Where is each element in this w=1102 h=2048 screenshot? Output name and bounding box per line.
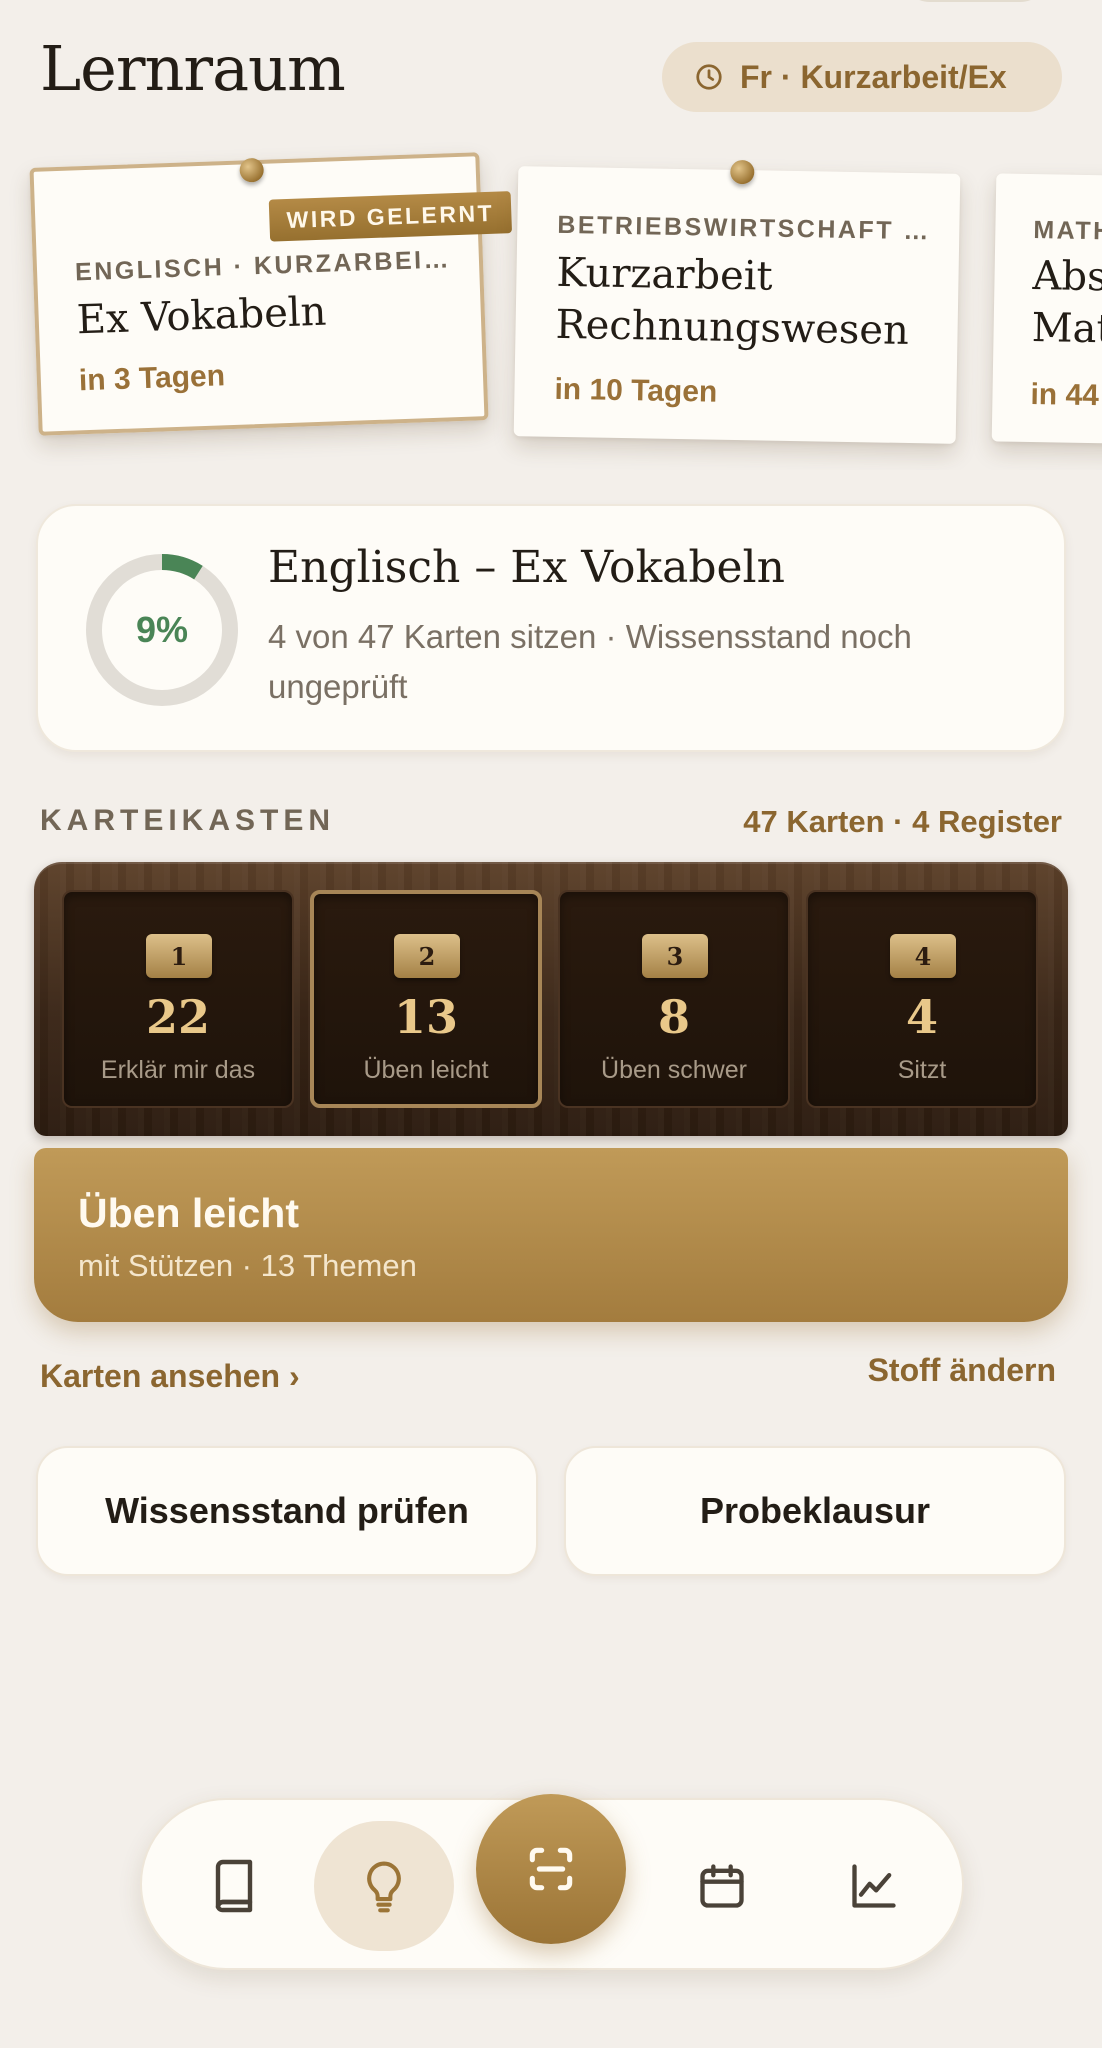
slot-label: Üben schwer [601, 1056, 747, 1084]
learning-badge: WIRD GELERNT [268, 191, 513, 242]
note-due: in 10 Tagen [554, 372, 718, 409]
box-slot-1[interactable]: 1 22 Erklär mir das [62, 890, 294, 1108]
note-title-line-2: Mat [1031, 305, 1102, 353]
exam-notes-carousel[interactable]: WIRD GELERNT ENGLISCH · KURZARBEI… Ex Vo… [0, 140, 1102, 470]
slot-count: 8 [657, 990, 690, 1044]
exam-note-bwl[interactable]: BETRIEBSWIRTSCHAFT … Kurzarbeit Rechnung… [513, 159, 961, 444]
slot-label: Sitzt [897, 1056, 947, 1084]
pin-icon [730, 159, 755, 185]
clock-icon [696, 64, 722, 90]
box-slot-3[interactable]: 3 8 Üben schwer [558, 890, 790, 1108]
chart-icon [852, 1864, 896, 1908]
check-knowledge-button[interactable]: Wissensstand prüfen [36, 1446, 538, 1576]
progress-card[interactable]: 9% Englisch – Ex Vokabeln 4 von 47 Karte… [36, 504, 1066, 752]
note-title-line-1: Abs [1032, 253, 1102, 301]
change-material-link[interactable]: Stoff ändern [868, 1352, 1056, 1389]
register-tab: 1 [146, 934, 212, 978]
section-label-karteikasten: KARTEIKASTEN [40, 804, 336, 837]
nav-calendar[interactable] [686, 1850, 758, 1922]
register-tab: 3 [642, 934, 708, 978]
slot-label: Erklär mir das [100, 1056, 256, 1084]
card-box: 1 22 Erklär mir das 2 13 Üben leicht 3 8… [34, 862, 1068, 1136]
cta-subtitle: mit Stützen · 13 Themen [78, 1248, 417, 1283]
exam-note-english[interactable]: WIRD GELERNT ENGLISCH · KURZARBEI… Ex Vo… [29, 152, 513, 436]
top-decoration [900, 0, 1050, 2]
lightbulb-icon [367, 1861, 401, 1913]
slot-count: 22 [145, 990, 210, 1044]
register-tab: 2 [394, 934, 460, 978]
note-subject: ENGLISCH · KURZARBEI… [74, 245, 452, 287]
box-slot-2[interactable]: 2 13 Üben leicht [310, 890, 542, 1108]
scan-icon [529, 1847, 573, 1891]
exam-pill-label: Fr · Kurzarbeit/Ex [740, 58, 1007, 95]
note-title: Ex Vokabeln [76, 288, 328, 344]
slot-count: 13 [393, 990, 458, 1044]
start-practice-button[interactable]: Üben leicht mit Stützen · 13 Themen [34, 1148, 1068, 1322]
pin-icon [239, 157, 265, 183]
note-title-line-2: Rechnungswesen [555, 301, 910, 354]
progress-title: Englisch – Ex Vokabeln [268, 542, 785, 593]
register-tab: 4 [890, 934, 956, 978]
nav-scan-button[interactable] [476, 1794, 626, 1944]
note-subject: BETRIEBSWIRTSCHAFT … [557, 210, 932, 246]
nav-library[interactable] [198, 1850, 270, 1922]
view-cards-link[interactable]: Karten ansehen › [40, 1358, 300, 1395]
note-subject: MATH [1033, 216, 1102, 246]
slot-label: Üben leicht [363, 1056, 489, 1084]
nav-learn[interactable] [314, 1821, 454, 1951]
progress-subtitle: 4 von 47 Karten sitzen · Wissensstand no… [268, 618, 912, 705]
calendar-icon [700, 1864, 744, 1908]
book-icon [215, 1859, 253, 1913]
box-slot-4[interactable]: 4 4 Sitzt [806, 890, 1038, 1108]
practice-exam-button[interactable]: Probeklausur [564, 1446, 1066, 1576]
note-title-line-1: Kurzarbeit [556, 249, 773, 300]
page-title: Lernraum [40, 32, 346, 105]
note-due: in 44 [1030, 378, 1100, 413]
slot-count: 4 [905, 990, 938, 1044]
exam-note-math[interactable]: MATH Abs Mat in 44 [991, 173, 1102, 447]
exam-selector-pill[interactable]: Fr · Kurzarbeit/Ex [662, 42, 1062, 112]
nav-stats[interactable] [838, 1850, 910, 1922]
note-due: in 3 Tagen [78, 359, 226, 398]
progress-percent: 9% [135, 609, 189, 650]
cta-title: Üben leicht [78, 1190, 299, 1236]
section-meta: 47 Karten · 4 Register [743, 804, 1062, 839]
